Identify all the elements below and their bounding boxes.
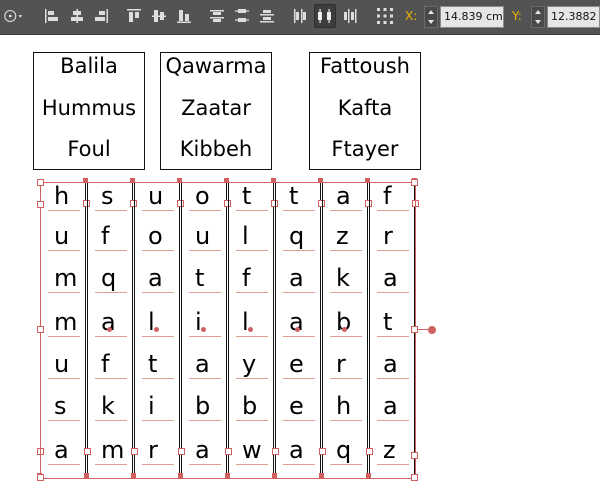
word-label: Balila — [60, 54, 118, 78]
align-vertical-centers-icon[interactable] — [148, 4, 170, 28]
distribute-top-edges-icon[interactable] — [206, 4, 228, 28]
word-label: Kafta — [337, 96, 393, 120]
selection-handle-right-bottom[interactable] — [411, 452, 418, 459]
align-top-edges-icon[interactable] — [123, 4, 145, 28]
align-left-edges-icon[interactable] — [41, 4, 63, 28]
selection-handle-left-top[interactable] — [37, 201, 44, 208]
word-label: Zaatar — [181, 96, 251, 120]
rotation-handle-stem — [417, 329, 428, 330]
selection-handle-bottom-right[interactable] — [411, 474, 418, 481]
x-coordinate-label: X: — [405, 9, 418, 23]
distribute-horizontal-centers-icon[interactable] — [314, 4, 336, 28]
distribute-vertical-centers-icon[interactable] — [231, 4, 253, 28]
align-bottom-edges-icon[interactable] — [173, 4, 195, 28]
distribute-left-edges-icon[interactable] — [289, 4, 311, 28]
x-coordinate-field[interactable]: 14.839 cm — [440, 6, 504, 28]
word-label: Qawarma — [165, 54, 267, 78]
word-label: Ftayer — [331, 137, 399, 161]
y-coordinate-label: Y: — [512, 9, 522, 23]
word-label: Foul — [67, 137, 111, 161]
y-stepper[interactable] — [531, 6, 545, 28]
selection-handle-bottom-left[interactable] — [37, 474, 44, 481]
x-stepper[interactable] — [424, 6, 438, 28]
selection-handle-top-left[interactable] — [37, 179, 44, 186]
word-label: Fattoush — [320, 54, 410, 78]
word-box-2[interactable]: Qawarma Zaatar Kibbeh — [160, 52, 272, 170]
reference-point-grid-icon[interactable] — [374, 4, 396, 28]
word-label: Hummus — [41, 96, 137, 120]
y-coordinate-field[interactable]: 12.3882 c — [547, 6, 600, 28]
align-horizontal-centers-icon[interactable] — [66, 4, 88, 28]
selection-handle-top-right[interactable] — [411, 179, 418, 186]
rotation-handle[interactable] — [428, 326, 436, 334]
distribute-right-edges-icon[interactable] — [339, 4, 361, 28]
align-right-edges-icon[interactable] — [90, 4, 112, 28]
word-label: Kibbeh — [179, 137, 253, 161]
selection-handle-middle-left[interactable] — [37, 326, 44, 333]
word-box-1[interactable]: Balila Hummus Foul — [33, 52, 145, 170]
word-box-3[interactable]: Fattoush Kafta Ftayer — [309, 52, 421, 170]
selection-bounding-box[interactable] — [40, 182, 416, 479]
reference-point-icon[interactable] — [2, 4, 24, 28]
distribute-bottom-edges-icon[interactable] — [256, 4, 278, 28]
control-panel-toolbar: X: 14.839 cm Y: 12.3882 c — [0, 0, 600, 35]
